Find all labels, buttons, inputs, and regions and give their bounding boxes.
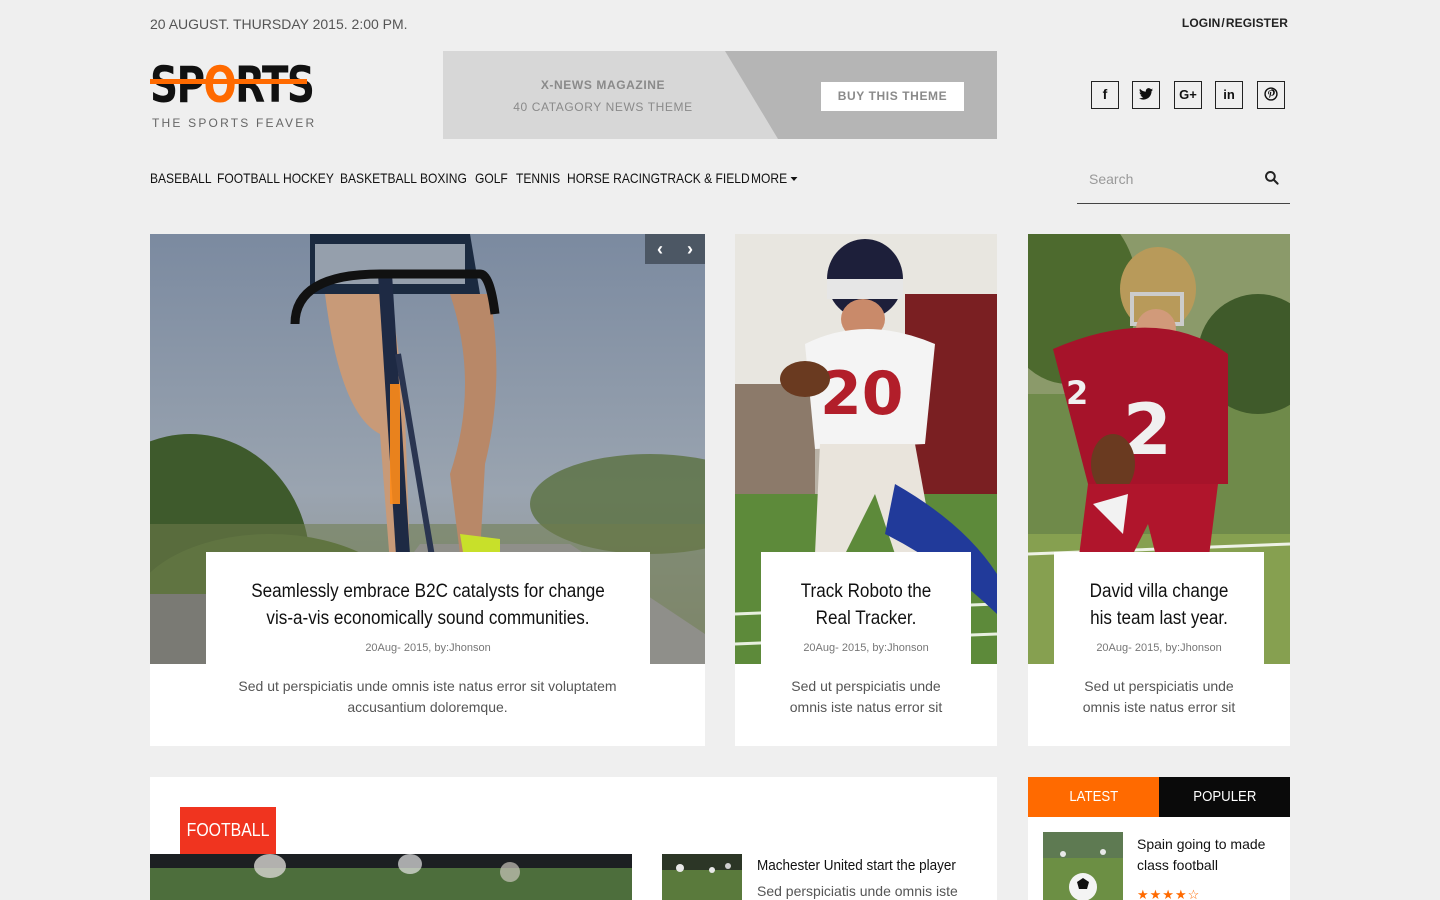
card-excerpt: Sed ut perspiciatis unde omnis iste natu…	[1082, 678, 1236, 715]
linkedin-icon[interactable]: in	[1215, 81, 1243, 109]
latest-thumb-image[interactable]	[1043, 832, 1123, 900]
nav-item-horse-racing[interactable]: HORSE RACING	[567, 170, 660, 186]
card-title[interactable]: David villa change his team last year.	[1083, 578, 1236, 632]
football-excerpt: Sed perspiciatis unde omnis iste	[757, 883, 958, 899]
tab-latest[interactable]: LATEST	[1028, 777, 1159, 817]
card-title[interactable]: Track Roboto the Real Tracker.	[790, 578, 943, 632]
banner-subtitle: 40 CATAGORY NEWS THEME	[513, 100, 693, 114]
facebook-icon[interactable]: f	[1091, 81, 1119, 109]
logo-strike-line	[150, 79, 307, 84]
search-input[interactable]	[1089, 168, 1249, 190]
twitter-icon[interactable]	[1132, 81, 1160, 109]
nav-item-golf[interactable]: GOLF	[475, 170, 508, 186]
auth-links: LOGIN/REGISTER	[1182, 16, 1288, 30]
card-meta: 20Aug- 2015, by:Jhonson	[365, 642, 491, 654]
nav-item-basketball[interactable]: BASKETBALL	[340, 170, 417, 186]
buy-theme-button[interactable]: BUY THIS THEME	[821, 82, 964, 111]
svg-text:20: 20	[820, 359, 904, 429]
slider-controls: ‹ ›	[645, 234, 705, 264]
card-excerpt: Sed ut perspiciatis unde omnis iste natu…	[238, 678, 617, 715]
login-link[interactable]: LOGIN	[1182, 16, 1221, 30]
logo-wordmark: SPORTS	[150, 56, 315, 114]
featured-card-3[interactable]: 2 2 David villa change his team last yea…	[1028, 234, 1290, 746]
nav-item-tennis[interactable]: TENNIS	[516, 170, 560, 186]
nav-item-baseball[interactable]: BASEBALL	[150, 170, 212, 186]
football-section: FOOTBALL Machester United start the play…	[150, 777, 997, 900]
search-icon[interactable]	[1264, 170, 1280, 186]
nav-item-football[interactable]: FOOTBALL	[217, 170, 280, 186]
football-main-image[interactable]	[150, 854, 632, 900]
site-logo[interactable]: SPORTS THE SPORTS FEAVER	[150, 56, 315, 133]
search-box	[1077, 160, 1290, 204]
card-caption: Track Roboto the Real Tracker. 20Aug- 20…	[761, 552, 971, 664]
latest-item-title[interactable]: Spain going to made class football	[1137, 834, 1287, 876]
google-plus-icon[interactable]: G+	[1174, 81, 1202, 109]
football-headline[interactable]: Machester United start the player	[757, 857, 956, 874]
card-caption: Seamlessly embrace B2C catalysts for cha…	[206, 552, 650, 664]
card-caption: David villa change his team last year. 2…	[1054, 552, 1264, 664]
banner-title: X-NEWS MAGAZINE	[540, 78, 666, 92]
featured-card-1[interactable]: ‹ › Seamlessly embrace B2C catalysts for…	[150, 234, 705, 746]
top-bar: 20 AUGUST. THURSDAY 2015. 2:00 PM. LOGIN…	[150, 16, 1290, 34]
social-links: f G+ in	[1091, 81, 1287, 109]
auth-separator: /	[1221, 16, 1225, 30]
current-date: 20 AUGUST. THURSDAY 2015. 2:00 PM.	[150, 16, 408, 32]
header-banner-ad: X-NEWS MAGAZINE 40 CATAGORY NEWS THEME B…	[443, 51, 997, 139]
nav-item-boxing[interactable]: BOXING	[420, 170, 467, 186]
card-meta: 20Aug- 2015, by:Jhonson	[1096, 642, 1222, 654]
nav-item-track-field[interactable]: TRACK & FIELD	[660, 170, 750, 186]
tab-popular[interactable]: POPULER	[1159, 777, 1290, 817]
logo-tagline: THE SPORTS FEAVER	[152, 116, 317, 130]
card-title[interactable]: Seamlessly embrace B2C catalysts for cha…	[248, 578, 608, 632]
svg-text:2: 2	[1066, 374, 1088, 412]
chevron-down-icon	[790, 177, 798, 182]
nav-item-hockey[interactable]: HOCKEY	[283, 170, 334, 186]
chevron-right-icon[interactable]: ›	[675, 234, 705, 264]
card-excerpt: Sed ut perspiciatis unde omnis iste natu…	[789, 678, 943, 715]
banner-left-panel	[443, 51, 778, 139]
football-thumb-image[interactable]	[662, 854, 742, 900]
latest-popular-widget: LATEST POPULER Spain going to made class…	[1028, 777, 1290, 900]
chevron-left-icon[interactable]: ‹	[645, 234, 675, 264]
football-category-tag[interactable]: FOOTBALL	[180, 807, 276, 854]
pinterest-icon[interactable]	[1257, 81, 1285, 109]
register-link[interactable]: REGISTER	[1226, 16, 1288, 30]
featured-card-2[interactable]: 20 Track Roboto the Real Tracker. 20Aug-…	[735, 234, 997, 746]
rating-stars-icon: ★★★★☆	[1137, 887, 1201, 900]
nav-item-more[interactable]: MORE	[751, 170, 798, 186]
nav-more-label: MORE	[751, 170, 788, 186]
card-meta: 20Aug- 2015, by:Jhonson	[803, 642, 929, 654]
